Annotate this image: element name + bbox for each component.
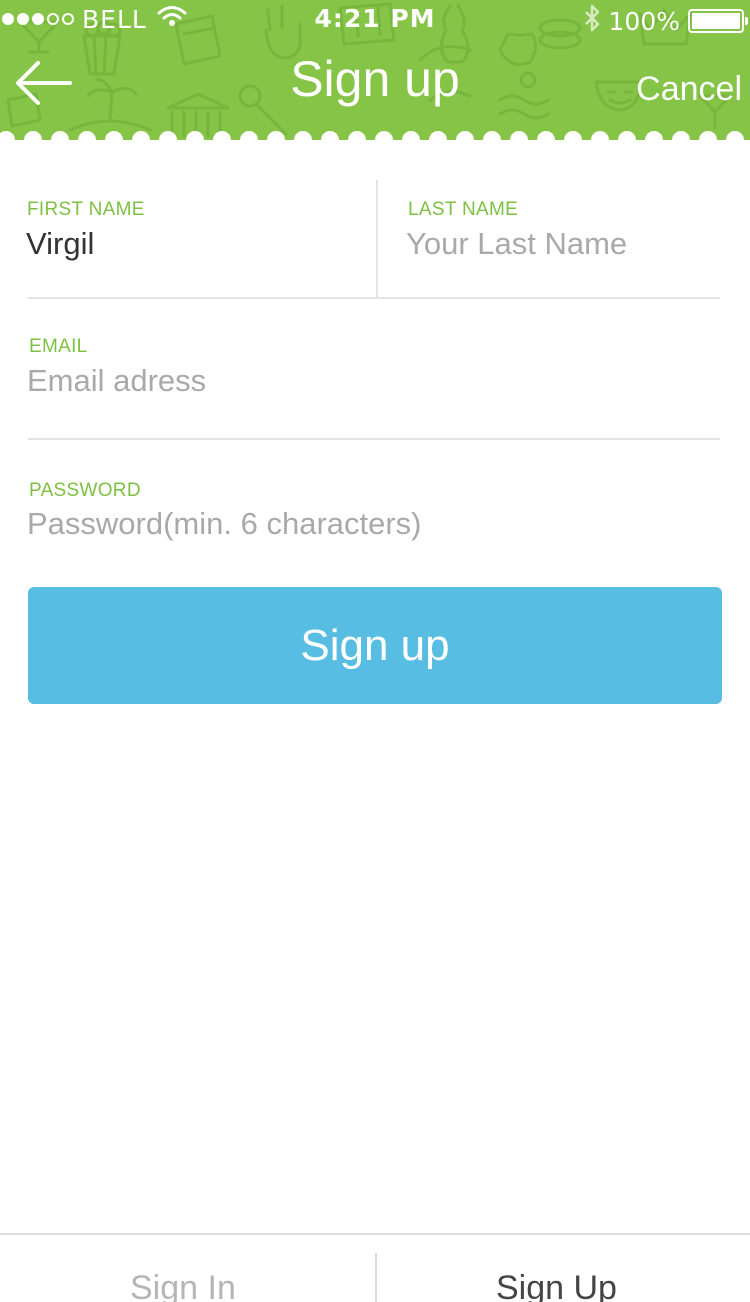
tab-sign-up[interactable]: Sign Up: [496, 1269, 617, 1302]
tab-sign-in[interactable]: Sign In: [130, 1269, 236, 1302]
battery-icon: [688, 9, 748, 33]
email-divider: [28, 438, 720, 440]
header-bar: BELL 4:21 PM 100% Sign up Cancel: [0, 0, 750, 140]
cancel-button[interactable]: Cancel: [636, 70, 742, 109]
last-name-field[interactable]: Your Last Name: [406, 226, 627, 262]
first-name-field[interactable]: Virgil: [26, 226, 94, 262]
status-right: 100%: [583, 4, 748, 38]
sign-up-submit-button[interactable]: Sign up: [28, 587, 722, 704]
tab-divider: [375, 1253, 377, 1302]
email-field[interactable]: Email adress: [27, 363, 206, 399]
battery-percent: 100%: [608, 6, 680, 36]
last-name-label: LAST NAME: [408, 199, 519, 220]
status-bar: BELL 4:21 PM 100%: [0, 0, 750, 38]
name-fields-divider: [376, 180, 378, 298]
password-field[interactable]: Password(min. 6 characters): [27, 506, 422, 542]
password-label: PASSWORD: [29, 480, 141, 501]
name-row-divider: [28, 297, 720, 299]
scalloped-edge: [0, 131, 744, 140]
bottom-tab-bar: Sign In Sign Up: [0, 1233, 750, 1302]
bluetooth-icon: [583, 4, 601, 38]
email-label: EMAIL: [29, 336, 88, 357]
first-name-label: FIRST NAME: [27, 199, 145, 220]
